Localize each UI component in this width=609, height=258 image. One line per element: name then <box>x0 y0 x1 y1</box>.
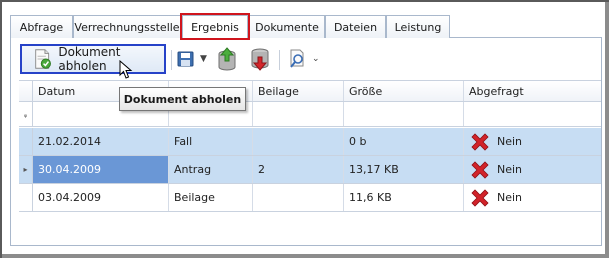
preview-dropdown-caret-icon[interactable]: ⌄ <box>312 54 320 64</box>
table-row[interactable]: 21.02.2014 Fall 0 b Nein <box>19 128 601 156</box>
cell-abgefragt[interactable]: Nein <box>464 128 601 155</box>
tab-abfrage[interactable]: Abfrage <box>10 15 73 38</box>
column-header-beilage[interactable]: Beilage <box>253 81 344 101</box>
cell-datum[interactable]: 21.02.2014 <box>33 128 169 155</box>
result-grid: Datum Beilage Größe Abgefragt ᵩ 21.02.20… <box>19 80 601 212</box>
cell-abgefragt[interactable]: Nein <box>464 184 601 211</box>
row-indicator <box>19 128 33 155</box>
column-header-groesse[interactable]: Größe <box>344 81 464 101</box>
cell-typ[interactable]: Antrag <box>169 156 253 183</box>
toolbar-separator <box>279 50 280 70</box>
tab-leistung[interactable]: Leistung <box>386 15 450 38</box>
table-row[interactable]: ▸ 30.04.2009 Antrag 2 13,17 KB Nein <box>19 156 601 184</box>
cell-datum[interactable]: 03.04.2009 <box>33 184 169 211</box>
fetch-document-button[interactable]: Dokument abholen <box>20 44 166 74</box>
tab-dateien[interactable]: Dateien <box>325 15 386 38</box>
tab-label: Verrechnungsstelle <box>74 20 180 34</box>
column-label: Datum <box>38 84 76 98</box>
cell-abgefragt[interactable]: Nein <box>464 156 601 183</box>
tab-label: Dateien <box>333 20 378 34</box>
table-row[interactable]: 03.04.2009 Beilage 11,6 KB Nein <box>19 184 601 212</box>
red-x-icon <box>471 160 489 179</box>
red-x-icon <box>471 188 489 207</box>
database-download-icon[interactable] <box>248 46 272 72</box>
frame-shadow <box>605 2 609 258</box>
toolbar-separator <box>171 50 172 70</box>
cell-beilage[interactable] <box>253 128 344 155</box>
tab-verrechnungsstelle[interactable]: Verrechnungsstelle <box>73 15 181 38</box>
tab-label: Dokumente <box>255 20 319 34</box>
column-label: Beilage <box>258 84 299 98</box>
save-icon[interactable] <box>175 48 197 70</box>
database-upload-icon[interactable] <box>215 46 239 72</box>
column-header-abgefragt[interactable]: Abgefragt <box>464 81 601 101</box>
tab-label: Ergebnis <box>191 21 239 34</box>
row-indicator-current: ▸ <box>19 156 33 183</box>
row-indicator-header <box>19 81 33 101</box>
cell-groesse[interactable]: 11,6 KB <box>344 184 464 211</box>
filter-cell-abgefragt[interactable] <box>464 102 601 126</box>
tooltip: Dokument abholen <box>119 87 246 111</box>
preview-search-icon[interactable] <box>287 48 309 70</box>
column-label: Abgefragt <box>469 84 524 98</box>
grid-header-row: Datum Beilage Größe Abgefragt <box>19 80 601 102</box>
tab-label: Abfrage <box>19 20 64 34</box>
cell-typ[interactable]: Beilage <box>169 184 253 211</box>
grid-filter-row: ᵩ <box>19 102 601 127</box>
frame-shadow <box>2 254 609 258</box>
filter-row-icon: ᵩ <box>19 102 33 126</box>
cell-beilage[interactable]: 2 <box>253 156 344 183</box>
filter-cell-beilage[interactable] <box>253 102 344 126</box>
tab-dokumente[interactable]: Dokumente <box>249 15 325 38</box>
filter-cell-groesse[interactable] <box>344 102 464 126</box>
abgefragt-value: Nein <box>497 135 523 148</box>
mouse-cursor-icon <box>119 60 133 79</box>
document-check-icon <box>35 49 51 69</box>
cell-beilage[interactable] <box>253 184 344 211</box>
tooltip-text: Dokument abholen <box>123 92 242 106</box>
abgefragt-value: Nein <box>497 163 523 176</box>
cell-groesse[interactable]: 0 b <box>344 128 464 155</box>
red-x-icon <box>471 132 489 151</box>
cell-groesse[interactable]: 13,17 KB <box>344 156 464 183</box>
row-indicator <box>19 184 33 211</box>
tab-ergebnis[interactable]: Ergebnis <box>182 15 248 39</box>
cell-datum[interactable]: 30.04.2009 <box>33 156 169 183</box>
column-label: Größe <box>349 84 383 98</box>
tab-label: Leistung <box>394 20 442 34</box>
save-dropdown-caret-icon[interactable]: ▼ <box>200 54 207 64</box>
cell-typ[interactable]: Fall <box>169 128 253 155</box>
fetch-document-label: Dokument abholen <box>58 45 121 73</box>
abgefragt-value: Nein <box>497 191 523 204</box>
